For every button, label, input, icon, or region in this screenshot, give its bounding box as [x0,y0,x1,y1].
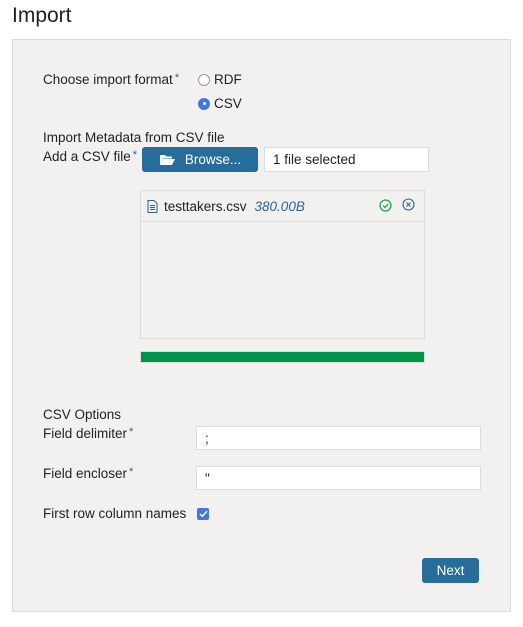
upload-progress-bar [140,351,425,363]
radio-csv-input[interactable] [198,97,210,110]
radio-rdf[interactable]: RDF [198,72,242,87]
required-mark: * [174,72,180,84]
page-title: Import [12,4,72,27]
required-mark: * [129,466,134,478]
field-delimiter-label-text: Field delimiter [43,426,128,441]
import-metadata-label: Import Metadata from CSV file [43,130,225,145]
field-encloser-label-text: Field encloser [43,466,128,481]
first-row-column-names-label: First row column names [43,506,187,521]
browse-button[interactable]: Browse... [142,147,258,172]
check-circle-icon [379,199,392,215]
radio-rdf-input[interactable] [198,73,210,86]
file-size: 380.00B [254,198,305,214]
file-list-item: testtakers.csv 380.00B [141,191,424,222]
add-csv-file-label-text: Add a CSV file [43,149,131,164]
add-csv-file-label: Add a CSV file * [43,149,137,164]
file-selection-status: 1 file selected [264,147,429,172]
field-encloser-input[interactable]: " [196,466,481,490]
remove-circle-icon[interactable] [402,198,415,214]
checkmark-icon [198,510,208,518]
next-button[interactable]: Next [422,558,479,583]
field-encloser-label: Field encloser * [43,466,133,481]
file-text-icon [147,199,158,213]
field-delimiter-input[interactable]: ; [196,426,481,450]
required-mark: * [132,149,138,161]
import-format-label: Choose import format * [43,72,179,87]
folder-open-icon [159,154,175,166]
file-name: testtakers.csv [164,198,247,214]
first-row-column-names-checkbox[interactable] [197,508,209,520]
field-delimiter-label: Field delimiter * [43,426,133,441]
radio-csv-label: CSV [214,96,242,111]
radio-csv[interactable]: CSV [198,96,242,111]
upload-progress-fill [141,352,424,362]
browse-button-label: Browse... [184,152,242,167]
csv-options-label: CSV Options [43,407,122,422]
import-format-label-text: Choose import format [43,72,173,87]
required-mark: * [129,426,134,438]
file-list: testtakers.csv 380.00B [140,190,425,339]
radio-rdf-label: RDF [214,72,242,87]
